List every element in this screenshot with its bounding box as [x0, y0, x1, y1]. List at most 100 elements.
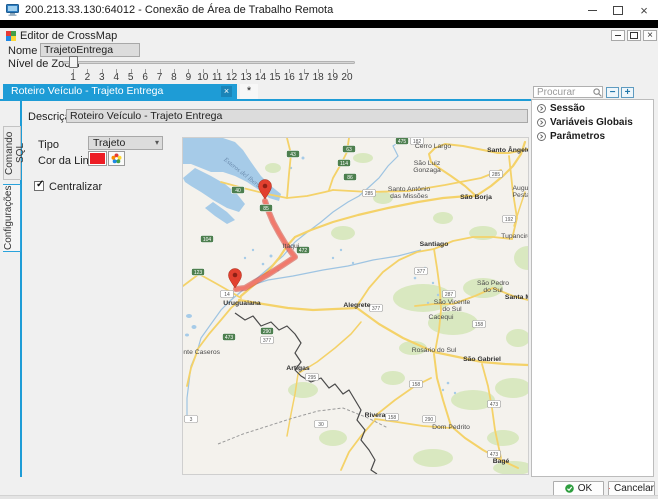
map-road-shield: 85 [260, 205, 273, 212]
map-road-shield: 43 [287, 151, 300, 158]
rdp-icon [6, 4, 19, 16]
rdp-maximize-icon[interactable] [606, 0, 630, 20]
collapse-all-button[interactable]: − [606, 87, 619, 98]
tab-label: Roteiro Veículo - Trajeto Entrega [11, 85, 163, 97]
map-green-area [433, 212, 453, 224]
map-lake [432, 282, 434, 284]
svg-text:158: 158 [475, 322, 484, 328]
map-town-label: Monte Caseros [183, 349, 221, 356]
expand-circle-icon[interactable] [537, 132, 546, 141]
map-town-label: Itaqui [283, 243, 300, 250]
nome-input[interactable] [40, 43, 140, 57]
zoom-slider[interactable]: 1234567891011121314151617181920 [63, 56, 359, 82]
map-town-label: Rivera [365, 412, 386, 419]
tree-item-sessão[interactable]: Sessão [537, 103, 653, 114]
zoom-slider-thumb[interactable] [69, 56, 78, 68]
svg-text:30: 30 [318, 422, 324, 428]
centralizar-label: Centralizar [49, 181, 102, 193]
tab-close-icon[interactable]: × [221, 86, 232, 97]
map-lake [192, 325, 197, 329]
map-lake [454, 392, 456, 394]
editor-minimize-icon[interactable] [611, 30, 625, 41]
tab-roteiro-veiculo[interactable]: Roteiro Veículo - Trajeto Entrega × [3, 84, 237, 99]
side-tab-configuracoes[interactable]: Configurações [3, 184, 21, 252]
map-road-shield: 475 [396, 138, 409, 145]
map-town-label: Santa Maria [505, 294, 528, 301]
svg-text:43: 43 [290, 152, 296, 158]
expand-circle-icon[interactable] [537, 118, 546, 127]
svg-text:14: 14 [224, 292, 230, 298]
map-town-label: Alegrete [343, 302, 370, 309]
map-road-shield: 158 [410, 381, 423, 388]
map-lake [332, 257, 334, 259]
tab-new[interactable]: * [240, 84, 258, 99]
svg-text:285: 285 [365, 191, 374, 197]
map-road-shield: 40 [232, 187, 245, 194]
map-road-shield: 285 [490, 171, 503, 178]
map-town-label: do Sul [483, 287, 503, 294]
rdp-minimize-icon[interactable] [580, 0, 604, 20]
tree-item-parâmetros[interactable]: Parâmetros [537, 131, 653, 142]
palette-icon [111, 153, 122, 164]
map-green-area [413, 449, 453, 467]
expand-circle-icon[interactable] [537, 104, 546, 113]
line-color-swatch[interactable] [88, 151, 107, 166]
editor-restore-icon[interactable] [627, 30, 641, 41]
map-road-shield: 63 [343, 146, 356, 153]
map-lake [442, 389, 444, 391]
tab-accent-line [0, 99, 531, 101]
map-lake [414, 277, 417, 280]
map-town-label: do Sul [442, 306, 462, 313]
map-town-label: Cerro Largo [415, 143, 451, 150]
map-town-label: Dom Pedrito [432, 424, 470, 431]
map-road-shield: 14 [221, 291, 234, 298]
centralizar-checkbox[interactable]: ✓ [34, 181, 44, 191]
map-lake [352, 262, 354, 264]
map-town-label: Santo Ângelo [487, 145, 528, 154]
descricao-input[interactable] [66, 109, 528, 123]
map-canvas[interactable]: 4363114864085104123472475182290377473285… [183, 138, 528, 474]
color-picker-button[interactable] [108, 151, 125, 166]
svg-text:472: 472 [299, 248, 308, 254]
tipo-dropdown[interactable]: Trajeto ▾ [88, 136, 163, 150]
map-green-area [319, 430, 347, 446]
map-town-label: Pestana [513, 192, 528, 199]
map-lake [262, 263, 265, 266]
map-road-shield: 158 [473, 321, 486, 328]
zoom-slider-track[interactable] [63, 61, 355, 64]
ok-button[interactable]: OK [553, 481, 604, 496]
cancel-slash-icon [609, 484, 610, 493]
map-green-area [353, 153, 373, 163]
svg-text:290: 290 [425, 417, 434, 423]
svg-text:295: 295 [308, 375, 317, 381]
map-road-shield: 104 [201, 236, 214, 243]
map-road-shield: 377 [370, 305, 383, 312]
zoom-tick-label: 20 [339, 72, 355, 83]
map-green-area [331, 226, 355, 240]
map-road-shield: 473 [488, 451, 501, 458]
map-town-label: Artigas [286, 365, 310, 372]
svg-text:473: 473 [490, 402, 499, 408]
remote-desktop-strip [0, 20, 658, 28]
map-road-shield: 290 [423, 416, 436, 423]
map-lake [185, 334, 189, 337]
side-tab-comando-sql[interactable]: Comando SQL [3, 126, 21, 180]
rdp-close-icon[interactable]: × [632, 0, 656, 20]
map-town-label: Rosário do Sul [412, 347, 457, 354]
map-road-shield: 287 [443, 291, 456, 298]
parameters-tree-panel: Sessão Variáveis Globais Parâmetros [531, 99, 654, 477]
rdp-titlebar[interactable]: 200.213.33.130:64012 - Conexão de Área d… [0, 0, 658, 21]
map-lake [302, 157, 305, 160]
svg-text:377: 377 [263, 338, 272, 344]
svg-text:475: 475 [398, 139, 407, 145]
svg-text:63: 63 [346, 147, 352, 153]
line-color-value [90, 153, 105, 164]
tree-item-variáveis-globais[interactable]: Variáveis Globais [537, 117, 653, 128]
map-green-area [381, 371, 405, 385]
svg-text:40: 40 [235, 188, 241, 194]
expand-all-button[interactable]: + [621, 87, 634, 98]
map-view[interactable]: 4363114864085104123472475182290377473285… [182, 137, 529, 475]
map-lake [270, 255, 273, 258]
cancel-button[interactable]: Cancelar [608, 481, 655, 496]
editor-close-icon[interactable]: × [643, 30, 657, 41]
